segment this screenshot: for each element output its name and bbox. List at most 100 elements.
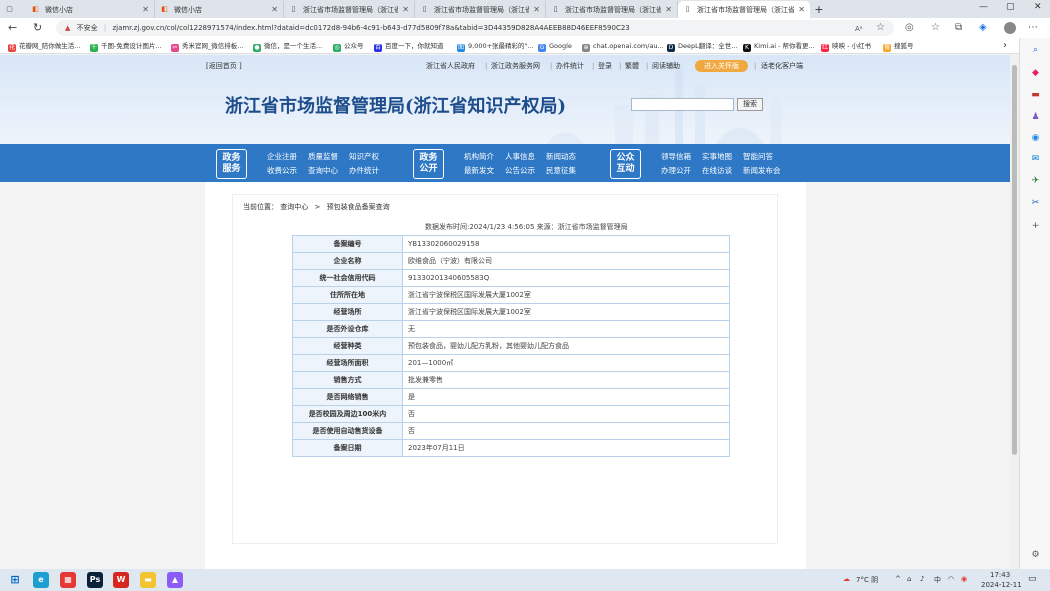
tab-actions-icon[interactable]: ▢ — [0, 1, 26, 18]
windows-start-icon[interactable]: ⊞ — [7, 572, 23, 588]
tab-5[interactable]: ▯ 浙江省市场监督管理局（浙江省 ✕ — [546, 1, 678, 18]
app-icon[interactable]: ▦ — [60, 572, 76, 588]
read-aloud-icon[interactable]: Aᵃ — [855, 23, 863, 36]
outlook-icon[interactable]: ✉ — [1030, 154, 1041, 165]
bookmark-item[interactable]: 搜搜狐号 — [883, 40, 914, 52]
top-link[interactable]: 浙江省人民政府 — [426, 61, 475, 71]
nav-link[interactable]: 办件统计 — [349, 166, 379, 176]
url-field[interactable]: ▲ 不安全 | zjamr.zj.gov.cn/col/col122897157… — [56, 20, 894, 36]
file-explorer-icon[interactable]: ▬ — [140, 572, 156, 588]
wps-icon[interactable]: W — [113, 572, 129, 588]
nav-link[interactable]: 知识产权 — [349, 152, 379, 162]
breadcrumb-item-query-center[interactable]: 查询中心 — [280, 203, 308, 211]
top-link[interactable]: 办件统计 — [556, 61, 584, 71]
toolbox-icon[interactable]: ▬ — [1030, 90, 1041, 101]
browser-essentials-icon[interactable]: ◈ — [979, 21, 987, 34]
favorite-star-icon[interactable]: ☆ — [876, 21, 885, 34]
close-tab-icon[interactable]: ✕ — [142, 5, 149, 14]
nav-badge[interactable]: 政务 服务 — [216, 149, 247, 179]
page-scrollbar[interactable] — [1010, 55, 1019, 569]
nav-link[interactable]: 机构简介 — [464, 152, 494, 162]
back-home-link[interactable]: [返回首页 ] — [206, 61, 242, 71]
more-menu-icon[interactable]: ⋯ — [1028, 21, 1038, 34]
favorites-icon[interactable]: ☆ — [931, 21, 940, 34]
elder-client-link[interactable]: 适老化客户端 — [761, 61, 803, 71]
close-tab-icon[interactable]: ✕ — [271, 5, 278, 14]
close-window-icon[interactable]: ✕ — [1034, 2, 1042, 12]
app-icon[interactable]: ▲ — [167, 572, 183, 588]
maximize-icon[interactable]: ▢ — [1006, 2, 1015, 12]
scrollbar-thumb[interactable] — [1012, 65, 1017, 455]
search-icon[interactable]: ⌕ — [1030, 45, 1041, 56]
nav-link[interactable]: 在线访谈 — [702, 166, 732, 176]
notification-icon[interactable]: ▭ — [1028, 574, 1037, 584]
ime-icon[interactable]: 中 — [934, 575, 941, 585]
close-tab-icon[interactable]: ✕ — [798, 5, 805, 14]
close-tab-icon[interactable]: ✕ — [402, 5, 409, 14]
top-link[interactable]: 浙江政务服务网 — [491, 61, 540, 71]
bookmark-item[interactable]: 红映映 - 小红书 — [821, 40, 871, 52]
nav-badge[interactable]: 政务 公开 — [413, 149, 444, 179]
settings-gear-icon[interactable]: ⚙ — [1030, 550, 1041, 561]
bookmark-item[interactable]: 图 9,000+张最精彩的"... — [457, 40, 534, 52]
bookmark-item[interactable]: K Kimi.ai - 帮你看更... — [743, 40, 815, 52]
tray-overflow-icon[interactable]: ^ — [895, 575, 901, 583]
tools-icon[interactable]: ✈ — [1030, 176, 1041, 187]
close-tab-icon[interactable]: ✕ — [533, 5, 540, 14]
nav-link[interactable]: 民意征集 — [546, 166, 576, 176]
extensions-icon[interactable]: ◎ — [905, 21, 914, 34]
photoshop-icon[interactable]: Ps — [87, 572, 103, 588]
weather-text[interactable]: 7°C 阴 — [856, 575, 878, 585]
nav-link[interactable]: 办理公开 — [661, 166, 691, 176]
top-link[interactable]: 阅读辅助 — [652, 61, 680, 71]
drop-icon[interactable]: ✂ — [1030, 198, 1041, 209]
refresh-icon[interactable]: ↻ — [33, 21, 42, 34]
nav-link[interactable]: 新闻动态 — [546, 152, 576, 162]
wifi-icon[interactable]: ◠ — [948, 575, 954, 583]
nav-link[interactable]: 智能问答 — [743, 152, 773, 162]
search-button[interactable]: 搜索 — [737, 98, 763, 111]
games-icon[interactable]: ♟ — [1030, 112, 1041, 123]
add-icon[interactable]: + — [1030, 221, 1041, 232]
antivirus-icon[interactable]: ◉ — [961, 575, 967, 583]
profile-avatar[interactable] — [1004, 22, 1016, 34]
bookmark-item[interactable]: 花花瓣网_陪你做生活... — [8, 40, 80, 52]
bookmark-item[interactable]: G Google — [538, 40, 572, 52]
clock-time[interactable]: 17:43 — [990, 571, 1010, 579]
bookmark-item[interactable]: 百百度一下，你就知道 — [374, 40, 444, 52]
nav-badge[interactable]: 公众 互动 — [610, 149, 641, 179]
nav-link[interactable]: 实事地图 — [702, 152, 732, 162]
top-link[interactable]: 繁體 — [625, 61, 639, 71]
care-mode-button[interactable]: 进入关怀版 — [695, 60, 748, 72]
bookmark-item[interactable]: ● 微信，是一个生活... — [253, 40, 322, 52]
tab-6[interactable]: ▯ 浙江省市场监督管理局（浙江省 ✕ — [678, 1, 810, 18]
volume-icon[interactable]: ♪ — [920, 575, 924, 583]
tab-2[interactable]: ◧ 微信小店 ✕ — [155, 1, 284, 18]
bookmarks-overflow-icon[interactable]: › — [1003, 40, 1007, 52]
bookmark-item[interactable]: ✂ 秀米官网_微信排板... — [171, 40, 243, 52]
nav-link[interactable]: 公告公示 — [505, 166, 535, 176]
shopping-icon[interactable]: ◆ — [1030, 68, 1041, 79]
bookmark-item[interactable]: D DeepL翻译：全世... — [667, 40, 737, 52]
bookmark-item[interactable]: ◎ 公众号 — [333, 40, 364, 52]
nav-link[interactable]: 最新发文 — [464, 166, 494, 176]
tab-1[interactable]: ◧ 微信小店 ✕ — [26, 1, 155, 18]
nav-link[interactable]: 人事信息 — [505, 152, 535, 162]
nav-link[interactable]: 质量监督 — [308, 152, 338, 162]
clock-date[interactable]: 2024-12-11 — [981, 581, 1022, 589]
bookmark-item[interactable]: 千千图-免费设计图片... — [90, 40, 162, 52]
nav-link[interactable]: 收费公示 — [267, 166, 297, 176]
close-tab-icon[interactable]: ✕ — [665, 5, 672, 14]
copilot-icon[interactable]: ◉ — [1030, 133, 1041, 144]
nav-link[interactable]: 企业注册 — [267, 152, 297, 162]
tab-3[interactable]: ▯ 浙江省市场监督管理局（浙江省 ✕ — [284, 1, 415, 18]
minimize-icon[interactable]: — — [979, 2, 988, 12]
tab-4[interactable]: ▯ 浙江省市场监督管理局（浙江省 ✕ — [415, 1, 546, 18]
nav-link[interactable]: 领导信箱 — [661, 152, 691, 162]
bookmark-item[interactable]: ⊕ chat.openai.com/au... — [582, 40, 664, 52]
back-icon[interactable]: ← — [8, 21, 17, 34]
collections-icon[interactable]: ⧉ — [955, 21, 962, 34]
nav-link[interactable]: 查询中心 — [308, 166, 338, 176]
new-tab-button[interactable]: + — [810, 1, 828, 18]
top-link[interactable]: 登录 — [598, 61, 612, 71]
